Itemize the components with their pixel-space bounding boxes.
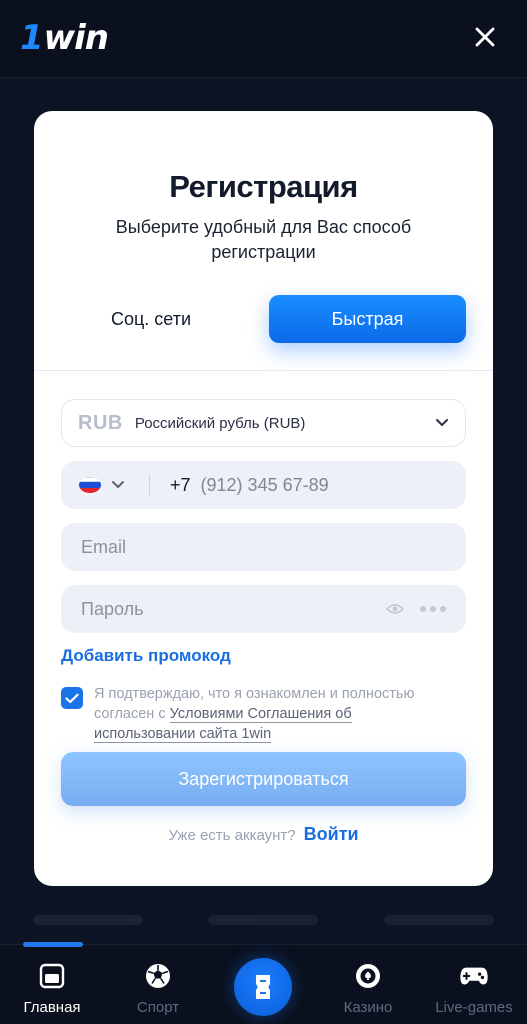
show-password-button[interactable] <box>384 600 406 618</box>
casino-chip-icon <box>353 961 383 991</box>
active-tab-indicator <box>23 942 83 947</box>
modal-title: Регистрация <box>169 169 358 204</box>
phone-separator <box>149 474 150 496</box>
chevron-down-icon[interactable] <box>111 480 125 490</box>
divider <box>34 370 493 371</box>
consent-checkbox[interactable] <box>61 687 83 709</box>
home-icon <box>37 961 67 991</box>
close-icon <box>475 27 495 47</box>
register-button[interactable]: Зарегистрироваться <box>61 752 466 806</box>
add-promocode-link[interactable]: Добавить промокод <box>61 646 231 666</box>
dot-icon <box>440 606 446 612</box>
nav-item-casino[interactable]: Казино <box>318 961 418 1021</box>
close-button[interactable] <box>470 22 500 52</box>
background-placeholder <box>384 915 495 925</box>
registration-modal: Регистрация Выберите удобный для Вас спо… <box>34 111 493 886</box>
nav-label: Главная <box>23 999 81 1016</box>
logo-prefix: 1 <box>20 18 44 58</box>
currency-select[interactable]: RUB Российский рубль (RUB) <box>61 399 466 447</box>
chevron-down-icon <box>436 419 448 426</box>
background-content <box>0 900 527 940</box>
phone-field: +7 <box>61 461 466 509</box>
ru-flag-icon[interactable] <box>79 477 101 493</box>
top-header: 1 win <box>0 0 527 78</box>
eye-icon <box>386 604 404 614</box>
gamepad-icon <box>459 961 489 991</box>
soccer-ball-icon <box>143 961 173 991</box>
login-row: Уже есть аккаунт? Войти <box>34 824 493 845</box>
phone-prefix: +7 <box>170 474 191 495</box>
consent-text: Я подтверждаю, что я ознакомлен и полнос… <box>94 684 454 744</box>
bottom-nav: Главная Спорт Казино Live-games <box>0 942 527 1024</box>
login-link[interactable]: Войти <box>304 824 359 845</box>
nav-label: Казино <box>343 999 393 1016</box>
dot-icon <box>430 606 436 612</box>
dot-icon <box>420 606 426 612</box>
modal-subtitle: Выберите удобный для Вас способ регистра… <box>115 217 412 262</box>
logo-text: win <box>43 18 109 58</box>
password-field <box>61 585 466 633</box>
checkmark-icon <box>65 693 79 703</box>
nav-item-home[interactable]: Главная <box>2 961 102 1021</box>
nav-label: Live-games <box>435 999 513 1016</box>
background-placeholder <box>32 915 143 925</box>
phone-input[interactable] <box>200 461 448 509</box>
background-placeholder <box>208 915 319 925</box>
email-input[interactable] <box>81 523 446 571</box>
generate-password-button[interactable] <box>420 606 446 612</box>
logo: 1 win <box>20 18 109 58</box>
currency-code: RUB <box>78 411 123 434</box>
email-field <box>61 523 466 571</box>
currency-name: Российский рубль (RUB) <box>134 414 306 432</box>
registration-tabs: Соц. сети Быстрая <box>61 295 466 343</box>
ticket-icon <box>256 975 270 999</box>
nav-item-live-games[interactable]: Live-games <box>424 961 524 1021</box>
login-question: Уже есть аккаунт? <box>168 827 296 844</box>
tab-social[interactable]: Соц. сети <box>61 295 241 343</box>
nav-label: Спорт <box>136 999 180 1016</box>
tab-fast[interactable]: Быстрая <box>269 295 466 343</box>
nav-item-bets[interactable] <box>234 958 292 1016</box>
password-input[interactable] <box>81 585 384 633</box>
nav-item-sport[interactable]: Спорт <box>108 961 208 1021</box>
